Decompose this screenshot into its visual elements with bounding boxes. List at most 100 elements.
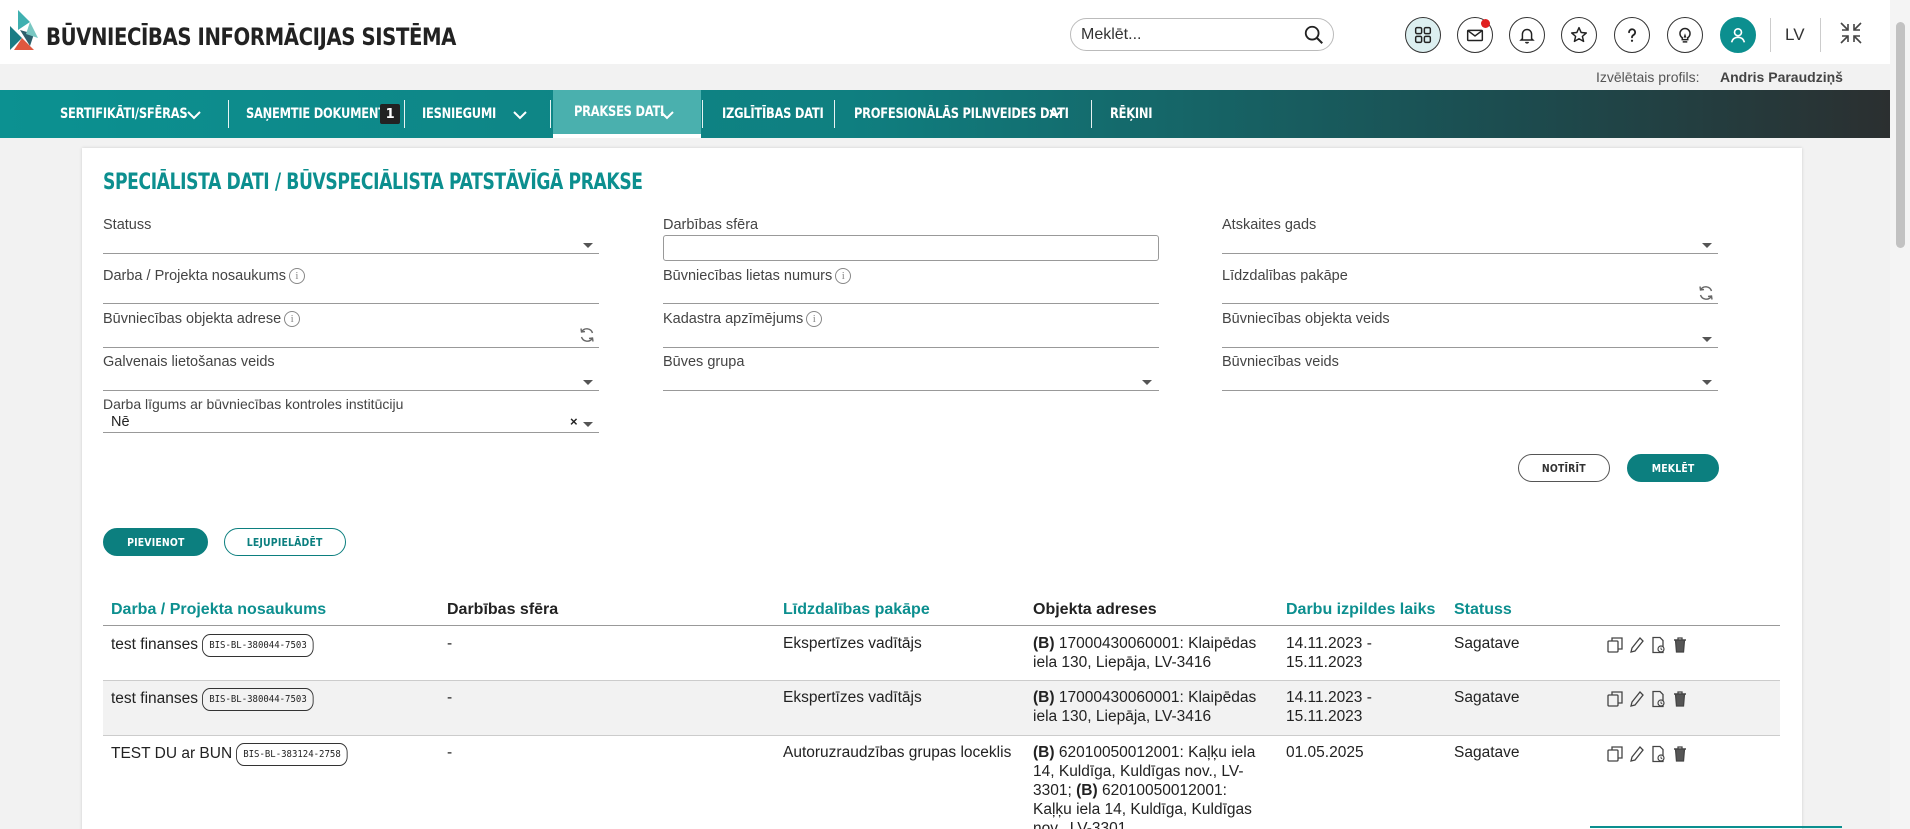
nav-divider xyxy=(1091,100,1092,128)
filter-lidzdalibas-pakape-select[interactable] xyxy=(1222,303,1718,304)
info-icon[interactable]: i xyxy=(835,268,852,284)
dropdown-caret-icon[interactable] xyxy=(583,422,593,427)
trash-icon[interactable] xyxy=(1671,690,1689,708)
project-name[interactable]: TEST DU ar BUN xyxy=(111,745,232,762)
nav-item-iesniegumi[interactable]: IESNIEGUMI xyxy=(422,90,532,138)
dropdown-caret-icon[interactable] xyxy=(1702,337,1712,342)
refresh-icon[interactable] xyxy=(1697,284,1715,302)
button-label: PIEVIENOT xyxy=(126,535,185,549)
filter-darba-ligums-value[interactable]: Nē xyxy=(111,414,130,430)
messages-button[interactable] xyxy=(1457,17,1493,53)
cell-objekta-adreses: (B) 17000430060001: Klaipēdas iela 130, L… xyxy=(1033,634,1273,672)
trash-icon[interactable] xyxy=(1671,745,1689,763)
address-text: 17000430060001: Klaipēdas xyxy=(1054,635,1257,652)
edit-icon[interactable] xyxy=(1628,745,1646,763)
global-search[interactable] xyxy=(1070,18,1334,51)
nav-item-prakses-dati[interactable]: PRAKSES DATI xyxy=(553,90,701,138)
project-name[interactable]: test finanses xyxy=(111,636,198,653)
cell-statuss: Sagatave xyxy=(1454,635,1520,652)
trash-icon[interactable] xyxy=(1671,636,1689,654)
edit-icon[interactable] xyxy=(1628,636,1646,654)
field-label: Būvniecības lietas numurs xyxy=(663,268,833,284)
apps-grid-button[interactable] xyxy=(1405,17,1441,53)
scrollbar-thumb[interactable] xyxy=(1896,22,1905,248)
app-title[interactable]: BŪVNIECĪBAS INFORMĀCIJAS SISTĒMA xyxy=(46,23,456,51)
copy-icon[interactable] xyxy=(1606,745,1624,763)
filter-lietosanas-veids-select[interactable] xyxy=(103,390,599,391)
nav-item-sertifikati[interactable]: SERTIFIKĀTI/SFĒRAS xyxy=(60,90,210,138)
cell-nosaukums: test finanses BIS-BL-380044-7503 xyxy=(111,634,326,657)
filter-darbibas-sfera-input[interactable] xyxy=(663,235,1159,261)
ideas-button[interactable] xyxy=(1667,17,1703,53)
filter-statuss-select[interactable] xyxy=(103,253,599,254)
nav-item-izglitibas-dati[interactable]: IZGLĪTĪBAS DATI xyxy=(722,90,832,138)
address-text: 3301; xyxy=(1033,782,1077,799)
favorites-button[interactable] xyxy=(1561,17,1597,53)
info-icon[interactable]: i xyxy=(284,311,301,327)
search-icon[interactable] xyxy=(1303,24,1325,46)
download-button[interactable]: LEJUPIELĀDĒT xyxy=(224,528,346,556)
dropdown-caret-icon[interactable] xyxy=(583,380,593,385)
column-header-izpildes-laiks[interactable]: Darbu izpildes laiks xyxy=(1286,601,1435,619)
collapse-icon[interactable] xyxy=(1838,20,1864,46)
field-label: Kadastra apzīmējums xyxy=(663,311,804,327)
dropdown-caret-icon[interactable] xyxy=(1702,243,1712,248)
history-doc-icon[interactable] xyxy=(1649,745,1667,763)
user-profile-button[interactable] xyxy=(1720,17,1756,53)
bis-logo[interactable] xyxy=(8,8,42,52)
nav-divider xyxy=(702,100,703,128)
filter-buvniecibas-veids-select[interactable] xyxy=(1222,390,1718,391)
column-header-nosaukums[interactable]: Darba / Projekta nosaukums xyxy=(111,601,326,619)
page-scrollbar[interactable] xyxy=(1890,0,1910,829)
copy-icon[interactable] xyxy=(1606,690,1624,708)
filter-kadastra-input[interactable] xyxy=(663,347,1159,348)
refresh-icon[interactable] xyxy=(578,326,596,344)
nav-label: RĒĶINI xyxy=(1110,106,1153,122)
language-switch[interactable]: LV xyxy=(1785,25,1805,45)
filter-atskaites-gads-select[interactable] xyxy=(1222,253,1718,254)
filter-darba-ligums-select[interactable] xyxy=(103,432,599,433)
table-row[interactable]: test finanses BIS-BL-380044-7503 - Eksper… xyxy=(103,627,1780,681)
table-row[interactable]: test finanses BIS-BL-380044-7503 - Eksper… xyxy=(103,681,1780,736)
table-row[interactable]: TEST DU ar BUN BIS-BL-383124-2758 - Autor… xyxy=(103,736,1780,829)
filter-objekta-veids-select[interactable] xyxy=(1222,347,1718,348)
copy-icon[interactable] xyxy=(1606,636,1624,654)
address-text: 62010050012001: Kaļķu iela xyxy=(1054,744,1256,761)
info-icon[interactable]: i xyxy=(288,268,305,284)
clear-filters-button[interactable]: NOTĪRĪT xyxy=(1518,454,1610,482)
nav-label: PRAKSES DATI xyxy=(574,104,665,120)
nav-label: IZGLĪTĪBAS DATI xyxy=(722,106,824,122)
user-icon xyxy=(1730,27,1746,43)
edit-icon[interactable] xyxy=(1628,690,1646,708)
filter-lidzdalibas-pakape-label: Līdzdalības pakāpe xyxy=(1222,268,1348,284)
nav-item-sanemtie-dokumenti[interactable]: SAŅEMTIE DOKUMENTI 1 xyxy=(246,90,406,138)
column-header-lidzdalibas-pakape[interactable]: Līdzdalības pakāpe xyxy=(783,601,930,619)
notifications-button[interactable] xyxy=(1509,17,1545,53)
dropdown-caret-icon[interactable] xyxy=(1702,380,1712,385)
nav-item-profesionalas-pilnveides[interactable]: PROFESIONĀLĀS PILNVEIDES DATI xyxy=(854,90,1094,138)
filter-darba-nosaukums-input[interactable] xyxy=(103,303,599,304)
project-name[interactable]: test finanses xyxy=(111,690,198,707)
filter-kadastra-label: Kadastra apzīmējums i xyxy=(663,311,823,327)
filter-lietas-numurs-input[interactable] xyxy=(663,303,1159,304)
help-button[interactable] xyxy=(1614,17,1650,53)
search-button[interactable]: MEKLĒT xyxy=(1627,454,1719,482)
filter-buves-grupa-select[interactable] xyxy=(663,390,1159,391)
info-icon[interactable]: i xyxy=(806,311,823,327)
column-header-statuss[interactable]: Statuss xyxy=(1454,601,1512,619)
column-header-darbibas-sfera: Darbības sfēra xyxy=(447,601,559,618)
filter-objekta-adrese-input[interactable] xyxy=(103,347,599,348)
clear-selection-icon[interactable]: × xyxy=(570,414,578,429)
cell-lidzdalibas-pakape: Ekspertīzes vadītājs xyxy=(783,635,922,652)
dropdown-caret-icon[interactable] xyxy=(1142,380,1152,385)
address-text: 17000430060001: Klaipēdas xyxy=(1054,689,1257,706)
profile-name[interactable]: Andris Paraudziņš xyxy=(1720,69,1843,85)
case-number-tag: BIS-BL-383124-2758 xyxy=(236,743,349,766)
dropdown-caret-icon[interactable] xyxy=(583,243,593,248)
nav-item-rekini[interactable]: RĒĶINI xyxy=(1110,90,1170,138)
add-button[interactable]: PIEVIENOT xyxy=(103,528,208,556)
history-doc-icon[interactable] xyxy=(1649,690,1667,708)
history-doc-icon[interactable] xyxy=(1649,636,1667,654)
star-icon xyxy=(1570,26,1588,43)
search-input[interactable] xyxy=(1081,25,1291,45)
